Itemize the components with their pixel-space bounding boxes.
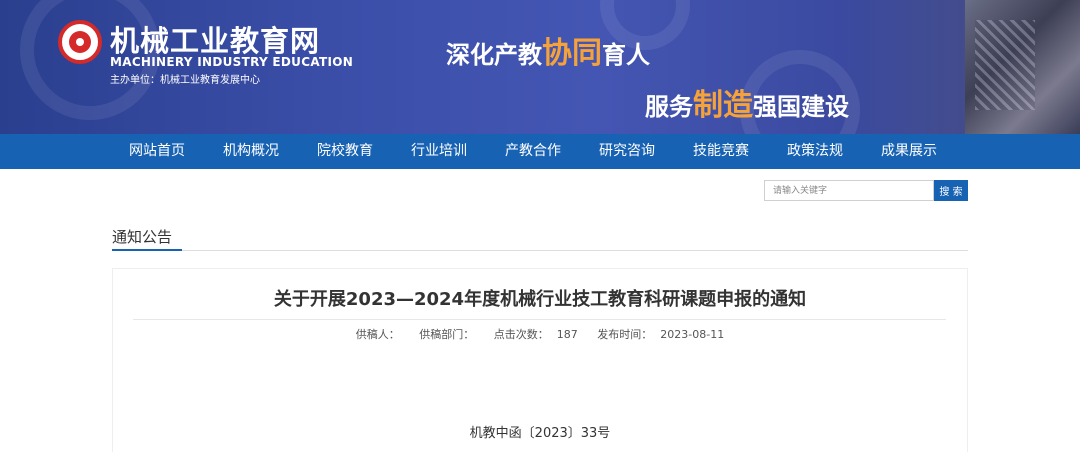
slogan-line-1: 深化产教协同育人	[446, 28, 650, 72]
title-divider	[133, 319, 946, 320]
meta-author-label: 供稿人：	[355, 328, 400, 341]
nav-item-cooperation[interactable]: 产教合作	[486, 134, 580, 169]
meta-date-value: 2023-08-11	[660, 328, 725, 341]
machinery-image	[965, 0, 1080, 134]
meta-department-label: 供稿部门：	[419, 328, 475, 341]
nav-item-research[interactable]: 研究咨询	[580, 134, 674, 169]
slogan-text: 深化产教	[446, 41, 542, 69]
nav-item-home[interactable]: 网站首页	[110, 134, 204, 169]
nav-item-competition[interactable]: 技能竞赛	[674, 134, 768, 169]
meta-clicks-value: 187	[556, 328, 578, 341]
meta-date: 发布时间： 2023-08-11	[593, 328, 728, 341]
meta-department: 供稿部门：	[415, 328, 478, 341]
search-input[interactable]	[764, 180, 934, 201]
slogan-highlight: 协同	[542, 36, 602, 71]
nav-item-colleges[interactable]: 院校教育	[298, 134, 392, 169]
meta-author: 供稿人：	[352, 328, 404, 341]
section-active-underline	[112, 249, 182, 251]
article-meta: 供稿人： 供稿部门： 点击次数： 187 发布时间： 2023-08-11	[0, 326, 1080, 342]
header-banner: 机械工业教育网 MACHINERY INDUSTRY EDUCATION 主办单…	[0, 0, 1080, 134]
search-button[interactable]: 搜 索	[934, 180, 968, 201]
meta-clicks: 点击次数： 187	[490, 328, 582, 341]
slogan-line-2: 服务制造强国建设	[645, 80, 849, 124]
sponsor-text: 主办单位：机械工业教育发展中心	[110, 75, 260, 86]
gear-logo-icon[interactable]	[58, 20, 102, 64]
slogan-text: 强国建设	[753, 93, 849, 121]
section-divider	[112, 250, 968, 251]
meta-date-label: 发布时间：	[597, 328, 653, 341]
article-title: 关于开展2023—2024年度机械行业技工教育科研课题申报的通知	[273, 289, 807, 310]
nav-item-policy[interactable]: 政策法规	[768, 134, 862, 169]
main-nav: 网站首页 机构概况 院校教育 行业培训 产教合作 研究咨询 技能竞赛 政策法规 …	[0, 134, 1080, 169]
nav-item-training[interactable]: 行业培训	[392, 134, 486, 169]
site-name-english: MACHINERY INDUSTRY EDUCATION	[110, 55, 354, 69]
site-name[interactable]: 机械工业教育网	[110, 18, 320, 60]
nav-item-about[interactable]: 机构概况	[204, 134, 298, 169]
section-title[interactable]: 通知公告	[112, 226, 172, 247]
document-number: 机教中函〔2023〕33号	[469, 426, 611, 441]
slogan-highlight: 制造	[693, 88, 753, 123]
nav-item-achievements[interactable]: 成果展示	[862, 134, 956, 169]
meta-clicks-label: 点击次数：	[493, 328, 549, 341]
slogan-text: 服务	[645, 93, 693, 121]
slogan-text: 育人	[602, 41, 650, 69]
